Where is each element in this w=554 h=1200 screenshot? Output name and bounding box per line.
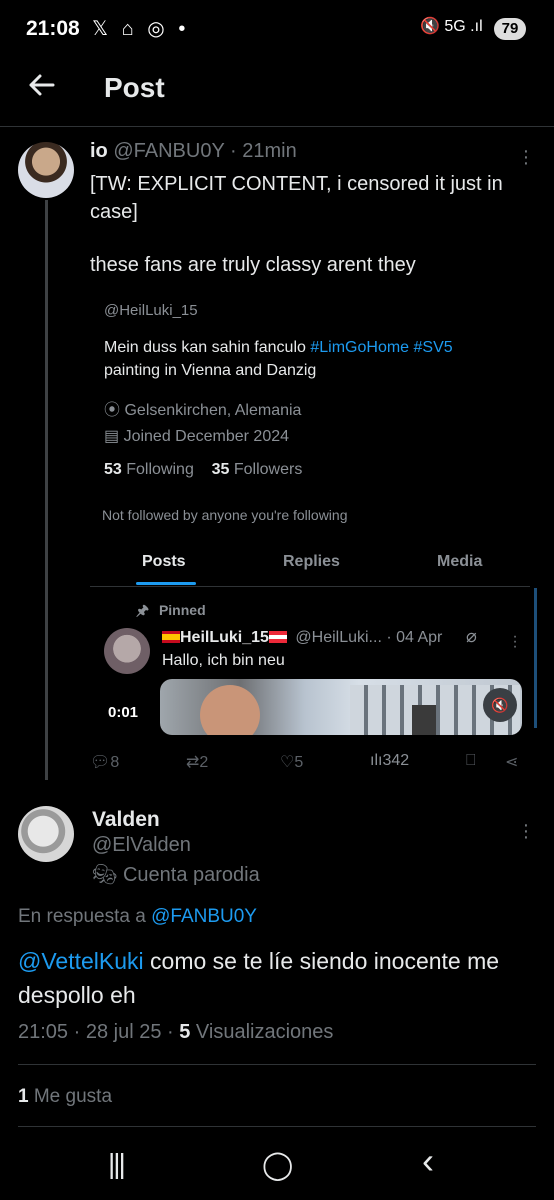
video-timestamp: 0:01 bbox=[108, 704, 139, 721]
divider bbox=[18, 1064, 536, 1065]
pinned-label: 🖈 Pinned bbox=[136, 602, 206, 618]
view-count: ılı342 bbox=[370, 752, 410, 769]
post-author-line: io @FANBU0Y · 21min bbox=[90, 140, 297, 163]
repost-count: ⇄2 bbox=[186, 754, 209, 771]
not-followed-text: Not followed by anyone you're following bbox=[102, 507, 348, 523]
battery-indicator: 79 bbox=[494, 18, 526, 40]
views-count: 5 bbox=[179, 1021, 191, 1043]
bookmark-icon: ⎕ bbox=[466, 752, 476, 769]
divider bbox=[18, 1126, 536, 1127]
recent-apps-icon[interactable]: ||| bbox=[108, 1148, 126, 1180]
flag-spain-icon bbox=[162, 631, 180, 643]
reply-meta: 21:05 · 28 jul 25 · 5 Visualizaciones bbox=[18, 1021, 333, 1044]
profile-bio: Mein duss kan sahin fanculo #LimGoHome #… bbox=[104, 336, 524, 382]
tab-replies: Replies bbox=[283, 553, 340, 570]
scroll-indicator bbox=[534, 588, 537, 728]
pin-icon: 🖈 bbox=[136, 602, 149, 618]
back-icon[interactable]: ‹ bbox=[422, 1140, 434, 1182]
tab-media: Media bbox=[437, 553, 483, 570]
heart-icon: ♡ bbox=[280, 754, 295, 771]
back-arrow-icon[interactable] bbox=[26, 70, 56, 100]
tab-posts: Posts bbox=[142, 553, 186, 570]
network-indicator: 🔇 5G .ıl bbox=[420, 16, 483, 36]
avatar bbox=[104, 628, 150, 674]
followers-count: 35 bbox=[211, 461, 230, 478]
author-handle[interactable]: @FANBU0Y bbox=[113, 140, 224, 162]
parody-label: Cuenta parodia bbox=[122, 864, 260, 886]
calendar-icon: ▤ bbox=[104, 428, 120, 445]
joined-text: Joined December 2024 bbox=[123, 428, 290, 445]
like-count: ♡5 bbox=[280, 754, 304, 771]
reply-to-link[interactable]: @FANBU0Y bbox=[151, 906, 257, 927]
profile-location: ⦿ Gelsenkirchen, Alemania bbox=[104, 396, 301, 420]
inset-image bbox=[412, 705, 436, 735]
grok-icon: ⌀ bbox=[466, 626, 477, 646]
reply-prefix: En respuesta a bbox=[18, 906, 146, 927]
pinned-text: Hallo, ich bin neu bbox=[162, 652, 285, 669]
author-name[interactable]: io bbox=[90, 140, 108, 162]
likes-label: Me gusta bbox=[33, 1086, 113, 1107]
likes-row[interactable]: 1 Me gusta bbox=[18, 1086, 112, 1108]
reply-count: 💬︎8 bbox=[90, 754, 120, 771]
post-text-2: these fans are truly classy arent they bbox=[90, 254, 416, 276]
thread-line bbox=[45, 200, 48, 780]
post-text: [TW: EXPLICIT CONTENT, i censored it jus… bbox=[90, 173, 503, 223]
share-icon: ⋖ bbox=[505, 754, 519, 771]
followers-label: Followers bbox=[233, 461, 303, 478]
pinned-author-line: HeilLuki_15 @HeilLuki... · 04 Apr bbox=[162, 629, 442, 647]
likes-count: 1 bbox=[18, 1086, 29, 1107]
tabs-divider bbox=[90, 586, 530, 587]
bar-chart-icon: ılı bbox=[370, 752, 383, 769]
views-label: Visualizaciones bbox=[195, 1021, 334, 1043]
reply-context: En respuesta a @FANBU0Y bbox=[18, 906, 257, 928]
avatar[interactable] bbox=[18, 806, 74, 862]
reply-author-handle[interactable]: @ElValden bbox=[92, 834, 191, 857]
reply-text: @VettelKuki como se te líe siendo inocen… bbox=[18, 944, 538, 1012]
header bbox=[0, 60, 554, 127]
reply-more-icon[interactable]: · · · bbox=[516, 815, 536, 847]
following-count: 53 bbox=[104, 461, 122, 478]
face-shape bbox=[200, 685, 260, 735]
signal-bars-icon: .ıl bbox=[470, 18, 483, 35]
profile-follow-counts: 53 Following 35 Followers bbox=[104, 461, 302, 479]
video-thumbnail bbox=[160, 679, 522, 735]
bio-line-2: painting in Vienna and Danzig bbox=[104, 362, 317, 379]
signal-label: 5G bbox=[444, 18, 466, 35]
mask-icon: 🎭︎ bbox=[92, 864, 118, 886]
flag-austria-icon bbox=[268, 631, 287, 643]
post-time: · 21min bbox=[230, 140, 297, 162]
more-options-icon[interactable]: · · · bbox=[516, 141, 536, 173]
location-pin-icon: ⦿ bbox=[104, 402, 121, 419]
profile-handle: @HeilLuki_15 bbox=[104, 302, 198, 319]
avatar[interactable] bbox=[18, 142, 74, 198]
mention-link[interactable]: @VettelKuki bbox=[18, 948, 144, 974]
repost-icon: ⇄ bbox=[186, 754, 200, 771]
reply-author-name[interactable]: Valden bbox=[92, 808, 160, 832]
volume-muted-icon: 🔇 bbox=[483, 688, 517, 722]
comment-icon: 💬︎ bbox=[90, 754, 111, 771]
bio-text: Mein duss kan sahin fanculo bbox=[104, 339, 306, 356]
home-icon[interactable]: ◯ bbox=[262, 1148, 293, 1181]
bio-hashtags: #LimGoHome #SV5 bbox=[310, 339, 453, 356]
reply-timestamp: 21:05 · 28 jul 25 · bbox=[18, 1021, 174, 1043]
pinned-handle-time: @HeilLuki... · 04 Apr bbox=[295, 629, 443, 646]
profile-joined: ▤ Joined December 2024 bbox=[104, 426, 289, 446]
notification-icons: 𝕏 ⌂ ◎ • bbox=[92, 18, 190, 40]
parody-badge: 🎭︎ Cuenta parodia bbox=[92, 862, 260, 887]
page-title: Post bbox=[104, 72, 165, 103]
tab-active-indicator bbox=[136, 582, 196, 585]
location-text: Gelsenkirchen, Alemania bbox=[124, 402, 302, 419]
following-label: Following bbox=[126, 461, 194, 478]
pinned-author-name: HeilLuki_15 bbox=[180, 629, 269, 646]
mute-icon: 🔇 bbox=[420, 18, 440, 35]
status-time: 21:08 bbox=[26, 17, 80, 40]
pinned-more-icon: · · · bbox=[512, 628, 518, 655]
